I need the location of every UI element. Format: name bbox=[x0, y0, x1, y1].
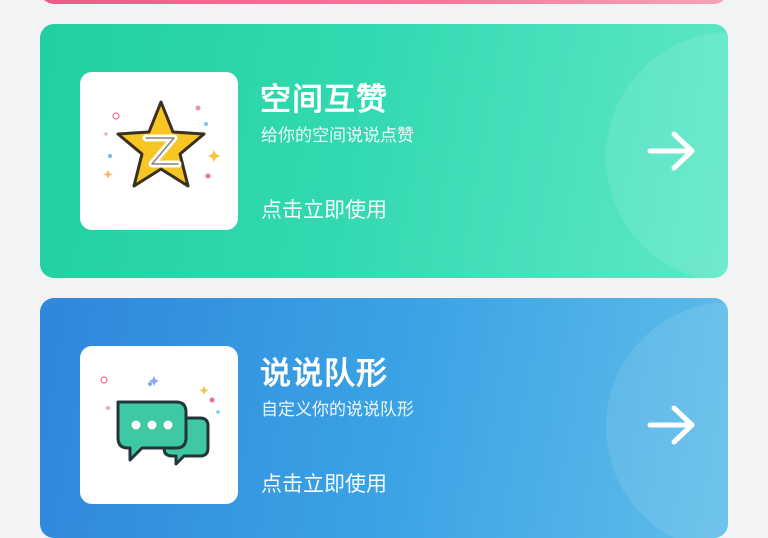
feature-card-qzone-like[interactable]: 空间互赞 给你的空间说说点赞 点击立即使用 bbox=[40, 24, 728, 278]
card-subtitle: 给你的空间说说点赞 bbox=[261, 126, 414, 146]
card-title: 说说队形 bbox=[260, 356, 388, 392]
top-feature-card-partial[interactable] bbox=[40, 0, 728, 4]
use-now-link[interactable]: 点击立即使用 bbox=[261, 468, 387, 498]
feature-icon-box bbox=[80, 346, 238, 504]
arrow-right-icon[interactable] bbox=[646, 128, 698, 174]
feature-icon-box bbox=[80, 72, 238, 230]
use-now-link[interactable]: 点击立即使用 bbox=[261, 194, 387, 224]
card-title: 空间互赞 bbox=[260, 82, 388, 118]
qzone-star-icon bbox=[103, 100, 220, 188]
chat-bubbles-icon bbox=[100, 376, 220, 466]
arrow-right-icon[interactable] bbox=[646, 402, 698, 448]
card-subtitle: 自定义你的说说队形 bbox=[261, 400, 414, 420]
feature-card-shuoshuo-formation[interactable]: 说说队形 自定义你的说说队形 点击立即使用 bbox=[40, 298, 728, 538]
